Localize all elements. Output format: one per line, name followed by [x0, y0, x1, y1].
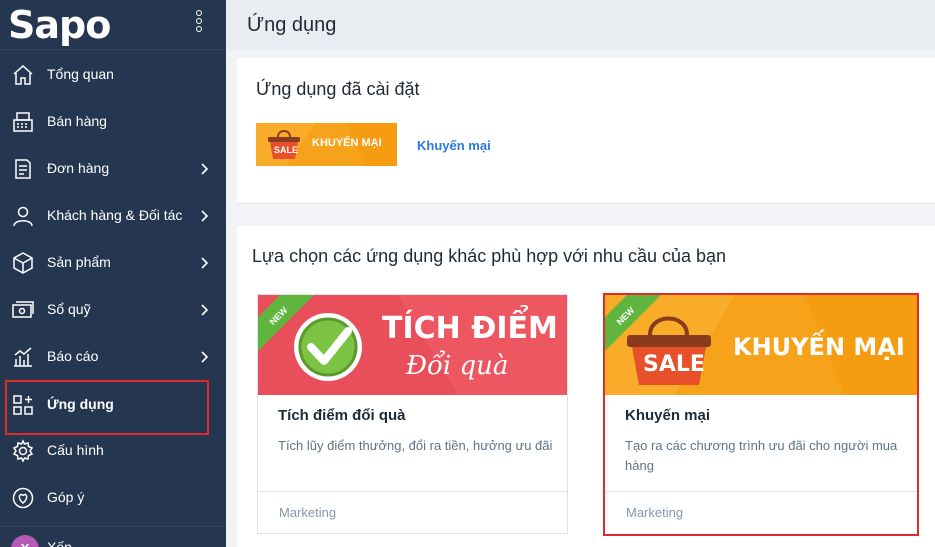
banner-promo-text: KHUYẾN MẠI: [733, 333, 905, 361]
banner-sale-text: SALE: [643, 352, 705, 377]
sidebar-item-label: Báo cáo: [47, 348, 99, 364]
sidebar-item-label: Bán hàng: [47, 113, 107, 129]
home-icon: [13, 64, 33, 85]
chevron-right-icon: [201, 210, 209, 222]
sidebar-item-label: Tổng quan: [47, 66, 114, 82]
chevron-right-icon: [201, 163, 209, 175]
sidebar-item-ban-hang[interactable]: Bán hàng: [0, 98, 226, 145]
page-title: Ứng dụng: [247, 14, 337, 36]
divider: [605, 491, 917, 492]
app-card-tich-diem[interactable]: NEW TÍCH ĐIỂM Đổi quà Tích điểm đổi quà …: [257, 294, 568, 534]
order-icon: [15, 159, 31, 179]
sidebar-user-row[interactable]: X Xến: [0, 526, 226, 547]
app-description: Tích lũy điểm thưởng, đổi ra tiền, hưởng…: [278, 438, 553, 453]
cash-register-icon: [13, 112, 33, 132]
gear-icon: [12, 439, 34, 463]
installed-app-link[interactable]: Khuyến mại: [417, 138, 491, 153]
sidebar-item-bao-cao[interactable]: Báo cáo: [0, 333, 226, 380]
app-card-khuyen-mai[interactable]: NEW SALE KHUYẾN MẠI Khuyến mại Tạo ra cá…: [603, 293, 919, 536]
banner-sale-text: SALE: [274, 145, 299, 155]
feedback-icon: [12, 487, 34, 509]
user-name: Xến: [47, 539, 72, 547]
suggested-apps-title: Lựa chọn các ứng dụng khác phù hợp với n…: [252, 246, 727, 266]
app-name: Tích điểm đổi quà: [278, 407, 406, 424]
sidebar-item-label: Sản phẩm: [47, 254, 111, 270]
app-category: Marketing: [626, 505, 684, 520]
sidebar-item-so-quy[interactable]: Sổ quỹ: [0, 286, 226, 333]
sidebar-item-cau-hinh[interactable]: Cấu hình: [0, 427, 226, 474]
kebab-menu-icon[interactable]: [194, 10, 204, 38]
sidebar-item-label: Cấu hình: [47, 442, 104, 458]
avatar: X: [11, 535, 39, 547]
divider: [258, 491, 567, 492]
report-icon: [14, 347, 32, 367]
sidebar-item-khach-hang[interactable]: Khách hàng & Đối tác: [0, 192, 226, 239]
banner-promo-text: KHUYẾN MẠI: [312, 137, 382, 149]
chevron-right-icon: [201, 257, 209, 269]
app-banner-khuyen-mai: NEW SALE KHUYẾN MẠI: [605, 295, 917, 395]
installed-apps-card: Ứng dụng đã cài đặt SALE KHUYẾN MẠI Khuy…: [237, 58, 935, 204]
chevron-right-icon: [201, 304, 209, 316]
app-name: Khuyến mại: [625, 407, 711, 424]
sidebar-item-gop-y[interactable]: Góp ý: [0, 474, 226, 521]
sidebar-item-don-hang[interactable]: Đơn hàng: [0, 145, 226, 192]
chevron-right-icon: [201, 351, 209, 363]
banner-subtitle-text: Đổi quà: [406, 351, 509, 381]
sidebar-item-label: Khách hàng & Đối tác: [47, 207, 183, 223]
sapo-logo[interactable]: Sapo: [8, 4, 111, 46]
sidebar-item-tong-quan[interactable]: Tổng quan: [0, 51, 226, 98]
app-description: Tạo ra các chương trình ưu đãi cho người…: [625, 438, 898, 473]
user-icon: [13, 206, 33, 227]
sidebar-item-label: Góp ý: [47, 489, 85, 505]
sidebar-item-label: Sổ quỹ: [47, 301, 91, 317]
sidebar: Sapo Tổng quan Bán hàng Đơn hàng Khách h…: [0, 0, 226, 547]
sidebar-item-label: Đơn hàng: [47, 160, 110, 176]
installed-app-banner[interactable]: SALE KHUYẾN MẠI: [256, 123, 397, 166]
app-category: Marketing: [279, 505, 337, 520]
app-banner-tich-diem: NEW TÍCH ĐIỂM Đổi quà: [258, 295, 567, 395]
page-header: Ứng dụng: [226, 0, 935, 50]
sidebar-item-san-pham[interactable]: Sản phẩm: [0, 239, 226, 286]
money-icon: [12, 301, 34, 318]
banner-title-text: TÍCH ĐIỂM: [382, 311, 558, 346]
box-icon: [13, 252, 33, 274]
chevron-down-icon: [199, 543, 209, 547]
installed-apps-title: Ứng dụng đã cài đặt: [256, 79, 420, 99]
suggested-apps-card: Lựa chọn các ứng dụng khác phù hợp với n…: [237, 226, 935, 547]
sidebar-header: Sapo: [0, 0, 226, 50]
